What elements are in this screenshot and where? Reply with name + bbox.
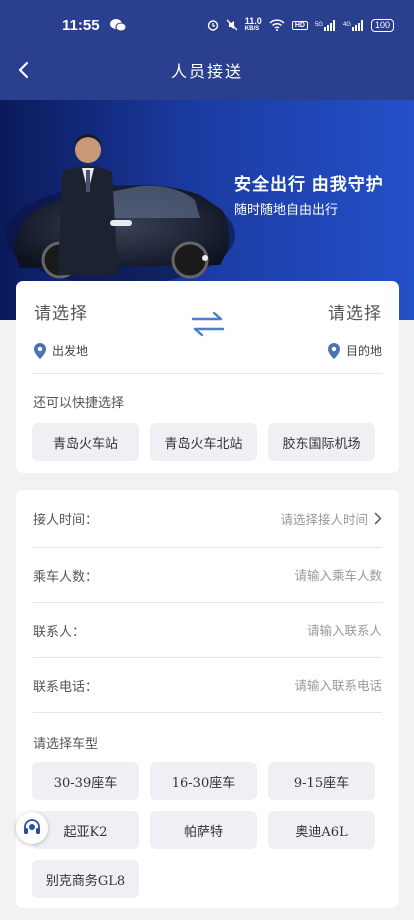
passengers-row: 乘车人数：	[33, 548, 382, 603]
route-card: 请选择 出发地 请选择 目的地 还可以快捷选择 青岛火车站 青岛火车北站 胶东国…	[16, 281, 399, 473]
departure-placeholder: 请选择	[34, 304, 88, 324]
quick-option-jiaodong-airport[interactable]: 胶东国际机场	[268, 423, 375, 461]
status-bar: 11:55 11.0 KB/S HD 5G 4G 100	[0, 0, 414, 50]
battery-indicator: 100	[370, 18, 394, 32]
car-type-30-39-seats[interactable]: 30-39座车	[32, 762, 139, 800]
pickup-time-row[interactable]: 接人时间： 请选择接人时间	[33, 490, 382, 548]
passengers-input[interactable]	[182, 567, 382, 583]
destination-tag: 目的地	[327, 342, 382, 359]
phone-row: 联系电话：	[33, 658, 382, 713]
quick-option-qingdao-station[interactable]: 青岛火车站	[32, 423, 139, 461]
nav-bar: 人员接送	[0, 50, 414, 90]
car-type-options: 30-39座车 16-30座车 9-15座车 起亚K2 帕萨特 奥迪A6L 别克…	[16, 752, 399, 898]
contact-label: 联系人：	[33, 624, 86, 640]
car-type-9-15-seats[interactable]: 9-15座车	[268, 762, 375, 800]
swap-arrows-icon	[191, 311, 225, 337]
alarm-icon	[207, 19, 219, 31]
page-title: 人员接送	[170, 62, 243, 81]
customer-service-button[interactable]	[16, 812, 48, 844]
car-type-buick-gl8[interactable]: 别克商务GL8	[32, 860, 139, 898]
banner-headline: 安全出行 由我守护	[234, 175, 384, 194]
location-pin-icon	[327, 342, 340, 359]
car-type-title: 请选择车型	[33, 737, 99, 752]
status-time: 11:55	[62, 16, 100, 34]
wifi-icon	[269, 19, 285, 31]
status-right: 11.0 KB/S HD 5G 4G 100	[207, 17, 394, 33]
signal-5g-icon: 5G	[315, 19, 336, 31]
phone-label: 联系电话：	[33, 679, 99, 695]
quick-select-title: 还可以快捷选择	[33, 396, 125, 411]
pickup-time-label: 接人时间：	[33, 513, 99, 528]
quick-select-options: 青岛火车站 青岛火车北站 胶东国际机场	[16, 411, 399, 461]
location-pin-icon	[34, 342, 46, 359]
chevron-right-icon	[374, 512, 382, 525]
car-type-audi-a6l[interactable]: 奥迪A6L	[268, 811, 375, 849]
passengers-label: 乘车人数：	[33, 569, 99, 585]
route-selector: 请选择 出发地 请选择 目的地	[16, 281, 399, 373]
chevron-left-icon	[18, 61, 29, 79]
car-type-16-30-seats[interactable]: 16-30座车	[150, 762, 257, 800]
pickup-time-placeholder: 请选择接人时间	[280, 512, 368, 527]
phone-input[interactable]	[182, 677, 382, 693]
status-left: 11:55	[62, 17, 126, 34]
headset-icon	[24, 819, 40, 834]
hd-badge: HD	[291, 20, 308, 30]
pickup-time-selector[interactable]: 请选择接人时间	[280, 509, 382, 528]
departure-tag: 出发地	[34, 342, 88, 359]
destination-selector[interactable]: 请选择 目的地	[327, 299, 382, 373]
destination-placeholder: 请选择	[328, 304, 382, 324]
banner-subline: 随时随地自由出行	[234, 202, 339, 217]
quick-option-qingdao-north-station[interactable]: 青岛火车北站	[150, 423, 257, 461]
car-type-kia-k2[interactable]: 起亚K2	[32, 811, 139, 849]
contact-row: 联系人：	[33, 603, 382, 658]
car-type-passat[interactable]: 帕萨特	[150, 811, 257, 849]
network-speed: 11.0 KB/S	[244, 16, 262, 33]
mute-icon	[226, 19, 238, 31]
app-header: 11:55 11.0 KB/S HD 5G 4G 100 人员接送	[0, 0, 414, 100]
back-button[interactable]	[10, 56, 38, 84]
swap-locations-button[interactable]	[190, 309, 226, 339]
booking-form-card: 接人时间： 请选择接人时间 乘车人数： 联系人： 联系电话： 请选择车型 30-…	[16, 490, 399, 908]
departure-tag-label: 出发地	[52, 344, 89, 358]
signal-4g-icon: 4G	[343, 19, 364, 31]
contact-input[interactable]	[182, 622, 382, 638]
wechat-notification-icon	[109, 18, 126, 32]
destination-tag-label: 目的地	[345, 344, 382, 358]
departure-selector[interactable]: 请选择 出发地	[34, 299, 88, 373]
